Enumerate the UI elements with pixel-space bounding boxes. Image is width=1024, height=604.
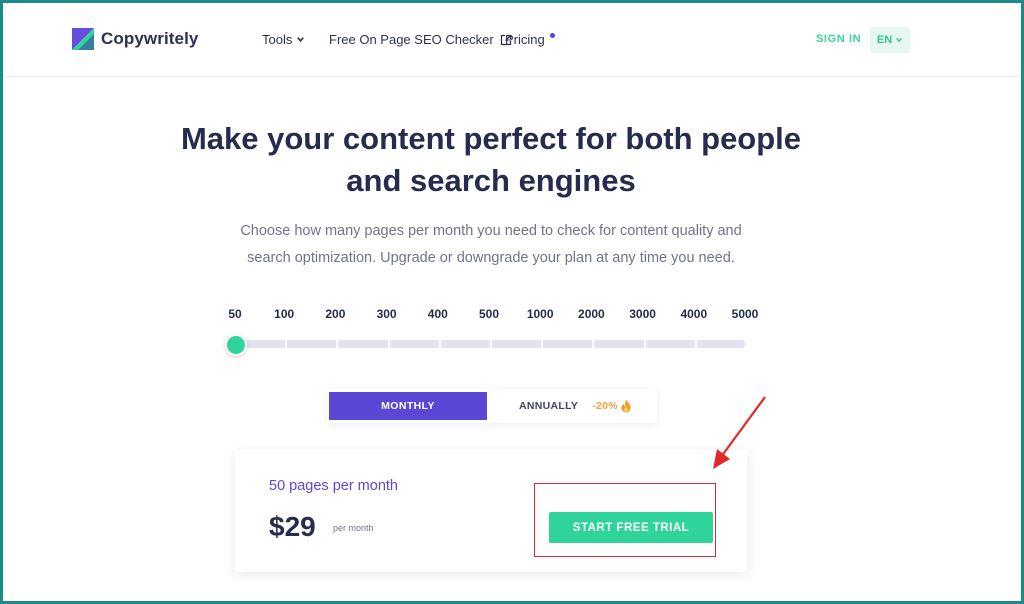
page-title-line-1: Make your content perfect for both peopl… (180, 121, 802, 156)
slider-segment-divider (592, 340, 595, 348)
page-subtitle-line-1: Choose how many pages per month you need… (240, 223, 742, 239)
page-title: Make your content perfect for both peopl… (153, 118, 829, 202)
nav-seo-checker-label: Free On Page SEO Checker (329, 32, 494, 47)
billing-annually-button[interactable]: ANNUALLY -20% (519, 392, 632, 420)
annual-discount-badge: -20% (592, 400, 618, 412)
pages-slider-thumb[interactable] (225, 334, 247, 356)
slider-tick-label[interactable]: 3000 (629, 307, 656, 321)
plan-period: per month (333, 523, 374, 533)
plan-pages: 50 pages per month (269, 478, 398, 494)
slider-segment-divider (541, 340, 544, 348)
billing-annually-label: ANNUALLY (519, 400, 579, 412)
slider-tick-label[interactable]: 50 (228, 307, 241, 321)
slider-tick-label[interactable]: 200 (325, 307, 345, 321)
flame-icon (621, 399, 631, 413)
chevron-down-icon (297, 37, 305, 43)
pages-slider-track[interactable] (233, 340, 745, 348)
page-title-line-2: and search engines (346, 163, 636, 198)
slider-segment-divider (490, 340, 492, 348)
brand-name: Copywritely (101, 29, 199, 48)
nav-tools-label: Tools (262, 32, 293, 47)
language-selector[interactable]: EN (870, 27, 910, 53)
nav-seo-checker[interactable]: Free On Page SEO Checker (329, 32, 512, 47)
plan-price: $29 (269, 511, 316, 542)
slider-segment-divider (694, 340, 697, 348)
slider-segment-divider (643, 340, 646, 348)
page-subtitle-line-2: search optimization. Upgrade or downgrad… (247, 250, 735, 266)
slider-segment-divider (438, 340, 441, 348)
billing-monthly-button[interactable]: MONTHLY (329, 392, 487, 420)
slider-tick-label[interactable]: 300 (377, 307, 397, 321)
slider-segment-divider (387, 340, 390, 348)
nav-tools[interactable]: Tools (262, 32, 305, 47)
brand-logo[interactable]: Copywritely (72, 28, 198, 50)
site-header: Copywritely Tools Free On Page SEO Check… (6, 6, 1021, 77)
annotation-arrow-icon (713, 396, 766, 469)
slider-segment-divider (285, 340, 288, 348)
slider-tick-label[interactable]: 500 (479, 307, 499, 321)
slider-tick-label[interactable]: 1000 (527, 307, 554, 321)
highlight-box (534, 483, 716, 557)
billing-period-toggle: MONTHLY ANNUALLY -20% (327, 389, 657, 423)
screenshot-frame: Copywritely Tools Free On Page SEO Check… (0, 0, 1024, 604)
nav-pricing[interactable]: Pricing (505, 32, 555, 47)
slider-tick-label[interactable]: 4000 (680, 307, 707, 321)
slider-tick-label[interactable]: 400 (428, 307, 448, 321)
language-label: EN (876, 34, 893, 46)
sign-in-link[interactable]: SIGN IN (816, 33, 861, 45)
copywritely-logo-icon (72, 28, 94, 50)
nav-pricing-label: Pricing (505, 32, 545, 47)
slider-tick-label[interactable]: 5000 (732, 307, 759, 321)
slider-tick-label[interactable]: 100 (274, 307, 294, 321)
slider-segment-divider (336, 340, 339, 348)
page-subtitle: Choose how many pages per month you need… (203, 218, 779, 272)
slider-tick-label[interactable]: 2000 (578, 307, 605, 321)
chevron-down-icon (896, 37, 903, 43)
active-dot-indicator (549, 33, 555, 38)
